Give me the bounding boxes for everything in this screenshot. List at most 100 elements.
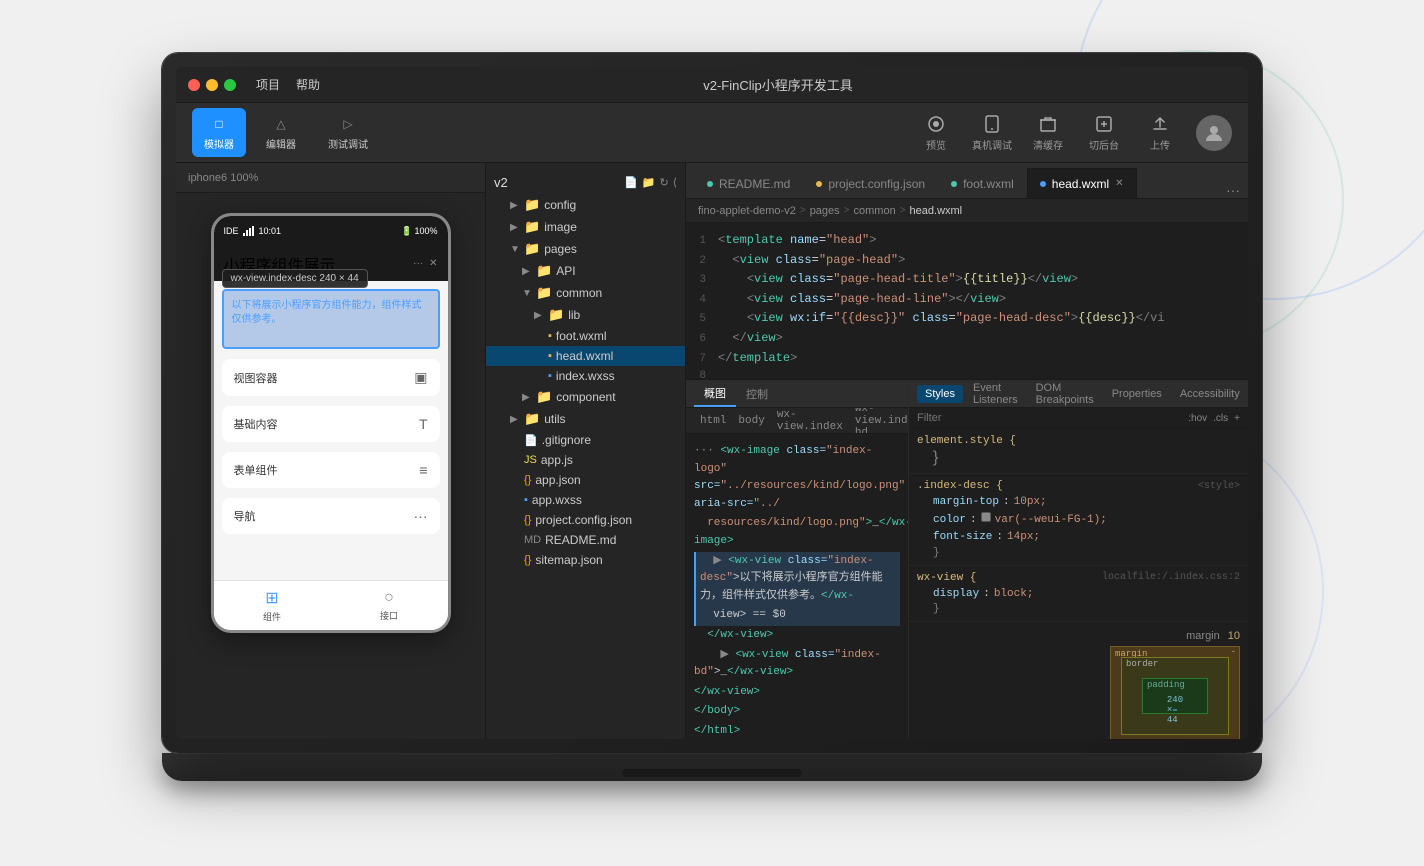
clean-action[interactable]: 清缓存 [1028, 113, 1068, 152]
tree-item-label: foot.wxml [556, 329, 607, 343]
tab-foot-wxml[interactable]: foot.wxml [938, 168, 1027, 198]
phone-nav-api[interactable]: ○ 接口 [380, 589, 398, 622]
tree-item-app-wxss[interactable]: ▶ ▪ app.wxss [486, 490, 685, 510]
filter-plus-btn[interactable]: + [1234, 413, 1240, 424]
tree-item-app-json[interactable]: ▶ {} app.json [486, 470, 685, 490]
more-tabs-button[interactable]: ··· [1226, 182, 1240, 198]
phone-section-nav-icon: ··· [414, 508, 428, 524]
phone-battery-val: 100% [414, 226, 437, 236]
phone-time: 10:01 [259, 226, 282, 236]
editor-button[interactable]: △ 编辑器 [254, 108, 308, 157]
user-avatar[interactable] [1196, 115, 1232, 151]
folder-icon: 📁 [536, 263, 552, 279]
tree-item-common[interactable]: ▼ 📁 common [486, 282, 685, 304]
tree-refresh-icon[interactable]: ↻ [659, 176, 668, 189]
styles-tab-accessibility[interactable]: Accessibility [1172, 385, 1248, 403]
element-tag-wx-view-hd[interactable]: wx-view.index-hd [849, 408, 908, 434]
tree-item-foot-wxml[interactable]: ▶ ▪ foot.wxml [486, 326, 685, 346]
element-tag-body[interactable]: body [732, 413, 770, 429]
phone-bottom-nav: ⊞ 组件 ○ 接口 [214, 580, 448, 630]
tree-item-label: README.md [545, 533, 616, 547]
phone-section-views-label: 视图容器 [234, 370, 278, 386]
line-num: 2 [690, 253, 718, 271]
styles-tab-properties[interactable]: Properties [1104, 385, 1170, 403]
preview-tab-control[interactable]: 控制 [736, 382, 778, 406]
tree-item-label: common [556, 286, 602, 300]
real-machine-label: 真机调试 [972, 137, 1012, 152]
minimize-button[interactable] [206, 79, 218, 91]
tree-item-project-config[interactable]: ▶ {} project.config.json [486, 510, 685, 530]
style-prop: display : block; [933, 586, 1240, 604]
tree-item-label: head.wxml [556, 349, 613, 363]
styles-tab-styles[interactable]: Styles [917, 385, 963, 403]
toolbar-mode-buttons: □ 模拟器 △ 编辑器 ▷ 测试调试 [192, 108, 380, 157]
simulate-button[interactable]: □ 模拟器 [192, 108, 246, 157]
tree-item-readme[interactable]: ▶ MD README.md [486, 530, 685, 550]
phone-nav-component[interactable]: ⊞ 组件 [263, 588, 281, 623]
phone-section-basic[interactable]: 基础内容 T [222, 406, 440, 442]
element-tag-wx-view[interactable]: wx-view.index [771, 408, 849, 434]
tree-item-sitemap[interactable]: ▶ {} sitemap.json [486, 550, 685, 570]
close-button[interactable] [188, 79, 200, 91]
tree-new-folder-icon[interactable]: 📁 [642, 176, 656, 189]
tree-new-file-icon[interactable]: 📄 [624, 176, 638, 189]
html-line: ··· <wx-image class="index-logo" src="..… [694, 442, 900, 514]
element-tag-html[interactable]: html [694, 413, 732, 429]
phone-more-btn[interactable]: ··· [413, 258, 423, 269]
tab-dot [1040, 181, 1046, 187]
preview-pane: 概图 控制 html body wx-view.index wx-view.in… [686, 380, 908, 739]
tree-spacer: ▶ [534, 331, 544, 342]
file-icon-wxss: ▪ [548, 370, 552, 382]
tree-item-index-wxss[interactable]: ▶ ▪ index.wxss [486, 366, 685, 386]
tree-item-pages[interactable]: ▼ 📁 pages [486, 238, 685, 260]
menu-project[interactable]: 项目 [256, 76, 280, 93]
tree-item-config[interactable]: ▶ 📁 config [486, 194, 685, 216]
phone-content: wx-view.index-desc 240 × 44 以下将展示小程序官方组件… [214, 281, 448, 580]
menu-help[interactable]: 帮助 [296, 76, 320, 93]
maximize-button[interactable] [224, 79, 236, 91]
cut-backend-action[interactable]: 切后台 [1084, 113, 1124, 152]
laptop-hinge [622, 769, 802, 777]
tree-item-gitignore[interactable]: ▶ 📄 .gitignore [486, 430, 685, 450]
bm-margin-val: - [1231, 647, 1236, 657]
tab-close-btn[interactable]: ✕ [1115, 178, 1123, 189]
tab-head-wxml[interactable]: head.wxml ✕ [1027, 168, 1137, 198]
styles-tab-event-listeners[interactable]: Event Listeners [965, 380, 1026, 409]
upload-action[interactable]: 上传 [1140, 113, 1180, 152]
filter-input[interactable] [917, 412, 1182, 424]
code-editor[interactable]: 1 <template name="head"> 2 <view class="… [686, 223, 1248, 379]
tree-item-label: .gitignore [542, 433, 591, 447]
preview-tab-overview[interactable]: 概图 [694, 381, 736, 407]
filter-cls-btn[interactable]: .cls [1213, 413, 1228, 424]
tree-item-head-wxml[interactable]: ▶ ▪ head.wxml [486, 346, 685, 366]
phone-close-btn[interactable]: ✕ [429, 258, 437, 269]
title-bar: 项目 帮助 v2-FinClip小程序开发工具 [176, 67, 1248, 103]
tab-project-config[interactable]: project.config.json [803, 168, 938, 198]
main-content: iphone6 100% IDE 10:01 [176, 163, 1248, 739]
tree-item-app-js[interactable]: ▶ JS app.js [486, 450, 685, 470]
color-swatch [981, 512, 991, 522]
tree-item-component[interactable]: ▶ 📁 component [486, 386, 685, 408]
tree-item-api[interactable]: ▶ 📁 API [486, 260, 685, 282]
test-icon: ▷ [338, 114, 358, 134]
line-num: 6 [690, 331, 718, 349]
tree-item-lib[interactable]: ▶ 📁 lib [486, 304, 685, 326]
simulate-icon: □ [209, 114, 229, 134]
phone-section-form[interactable]: 表单组件 ≡ [222, 452, 440, 488]
element-tooltip: wx-view.index-desc 240 × 44 [222, 269, 368, 288]
tree-item-image[interactable]: ▶ 📁 image [486, 216, 685, 238]
tree-item-utils[interactable]: ▶ 📁 utils [486, 408, 685, 430]
tree-arrow: ▶ [510, 222, 520, 233]
styles-tab-dom-breakpoints[interactable]: DOM Breakpoints [1028, 380, 1102, 409]
filter-hov-btn[interactable]: :hov [1188, 413, 1207, 424]
test-button[interactable]: ▷ 测试调试 [316, 108, 380, 157]
tab-readme[interactable]: README.md [694, 168, 803, 198]
left-panel: iphone6 100% IDE 10:01 [176, 163, 486, 739]
real-machine-action[interactable]: 真机调试 [972, 113, 1012, 152]
phone-section-views[interactable]: 视图容器 ▣ [222, 359, 440, 396]
phone-section-nav[interactable]: 导航 ··· [222, 498, 440, 534]
preview-action[interactable]: 预览 [916, 113, 956, 152]
file-tree-header: v2 📄 📁 ↻ ⟨ [486, 171, 685, 194]
tab-dot [707, 181, 713, 187]
tree-collapse-icon[interactable]: ⟨ [673, 176, 677, 189]
